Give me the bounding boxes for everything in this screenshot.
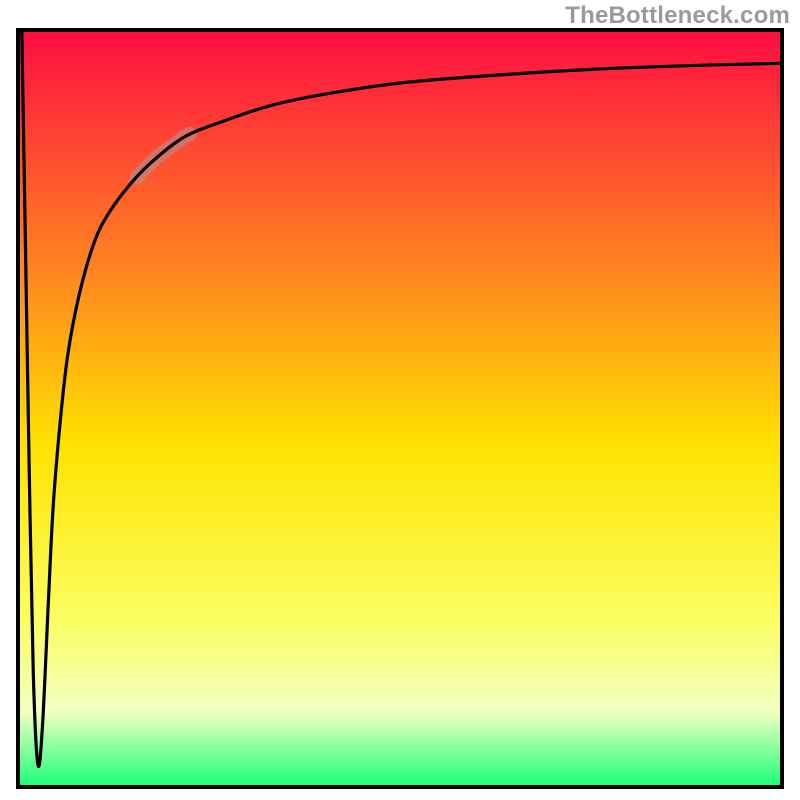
plot-background	[18, 30, 782, 787]
chart-stage: TheBottleneck.com	[0, 0, 800, 800]
bottleneck-chart	[0, 0, 800, 800]
